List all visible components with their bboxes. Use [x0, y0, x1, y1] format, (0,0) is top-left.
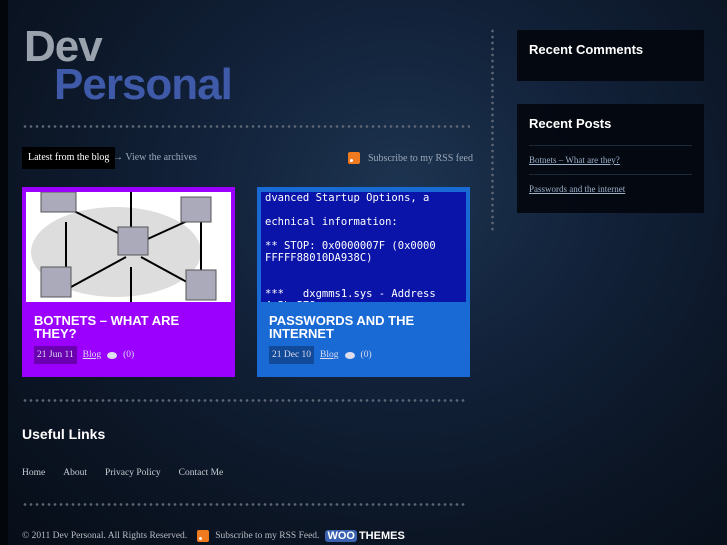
recent-post-link[interactable]: Passwords and the internet — [529, 184, 625, 194]
useful-links-heading: Useful Links — [22, 426, 106, 442]
botnet-diagram-image — [26, 192, 231, 302]
site-logo[interactable]: Dev Personal — [24, 25, 233, 109]
themes-text: THEMES — [358, 530, 405, 542]
comment-count[interactable]: (0) — [123, 350, 134, 360]
rss-subscribe-link[interactable]: Subscribe to my RSS feed — [348, 152, 473, 164]
comment-count[interactable]: (0) — [361, 350, 372, 360]
footer-link-privacy[interactable]: Privacy Policy — [105, 468, 161, 478]
divider — [22, 125, 470, 128]
footer-nav: Home About Privacy Policy Contact Me — [22, 468, 223, 478]
latest-from-blog-label: Latest from the blog — [22, 147, 116, 169]
post-date: 21 Dec 10 — [269, 346, 315, 364]
post-date: 21 Jun 11 — [34, 346, 77, 364]
footer-link-about[interactable]: About — [63, 468, 87, 478]
copyright: © 2011 Dev Personal. All Rights Reserved… — [22, 531, 188, 541]
post-title[interactable]: BOTNETS – WHAT ARE THEY? — [34, 314, 223, 340]
rss-label: Subscribe to my RSS feed — [368, 152, 473, 164]
woothemes-logo[interactable]: WOO THEMES — [325, 530, 405, 542]
divider — [22, 399, 467, 402]
footer-bar: © 2011 Dev Personal. All Rights Reserved… — [22, 530, 405, 542]
post-category-link[interactable]: Blog — [320, 350, 338, 360]
recent-comments-heading: Recent Comments — [529, 42, 644, 57]
list-item: Passwords and the internet — [529, 174, 692, 203]
footer-link-home[interactable]: Home — [22, 468, 45, 478]
comment-icon — [344, 351, 355, 359]
post-category-link[interactable]: Blog — [83, 350, 101, 360]
page-edge — [0, 0, 8, 545]
divider — [22, 503, 467, 506]
divider-vertical — [491, 28, 494, 233]
comment-icon — [107, 351, 118, 359]
recent-comments-widget: Recent Comments — [517, 30, 704, 81]
post-title[interactable]: PASSWORDS AND THE INTERNET — [269, 314, 458, 340]
bsod-image: dvanced Startup Options, a echnical info… — [261, 192, 466, 302]
rss-icon — [197, 530, 210, 542]
rss-icon — [348, 152, 360, 164]
footer-link-contact[interactable]: Contact Me — [179, 468, 224, 478]
recent-posts-heading: Recent Posts — [529, 116, 612, 131]
recent-post-link[interactable]: Botnets – What are they? — [529, 155, 620, 165]
view-archives-link[interactable]: → View the archives — [113, 152, 197, 163]
post-card[interactable]: dvanced Startup Options, a echnical info… — [257, 187, 470, 377]
recent-posts-widget: Recent Posts Botnets – What are they? Pa… — [517, 104, 704, 213]
post-card[interactable]: BOTNETS – WHAT ARE THEY? 21 Jun 11 Blog … — [22, 187, 235, 377]
logo-personal: Personal — [54, 60, 233, 109]
footer-rss-link[interactable]: Subscribe to my RSS Feed. — [215, 531, 319, 541]
woo-text: WOO — [325, 530, 357, 542]
list-item: Botnets – What are they? — [529, 145, 692, 174]
